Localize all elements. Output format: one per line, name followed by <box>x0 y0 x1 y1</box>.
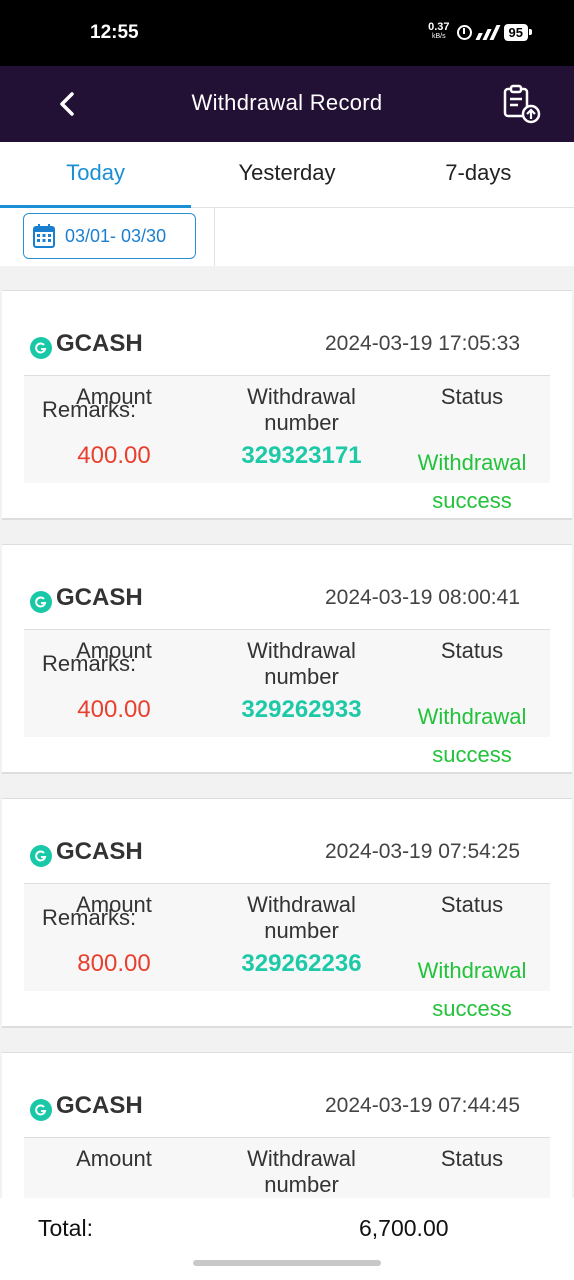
tab-yesterday[interactable]: Yesterday <box>191 142 382 207</box>
remarks-label: Remarks: <box>42 397 137 422</box>
withdrawal-number-value: 329323171 <box>241 442 362 469</box>
record-header: GCASH 2024-03-19 07:54:25 <box>2 799 572 883</box>
payment-method: GCASH <box>56 584 143 611</box>
status-label: Status <box>440 892 504 917</box>
record-header: GCASH 2024-03-19 08:00:41 <box>2 545 572 629</box>
record-details: Amount Withdrawal number Status 400.00 3… <box>24 629 550 767</box>
record-card[interactable]: GCASH 2024-03-19 08:00:41 Amount Withdra… <box>2 544 572 774</box>
status-label: Status <box>440 1146 504 1171</box>
amount-value: 400.00 <box>77 442 151 469</box>
record-datetime: 2024-03-19 07:44:45 <box>325 1094 520 1117</box>
status-value: Withdrawal success <box>417 704 527 767</box>
record-datetime: 2024-03-19 08:00:41 <box>325 586 520 609</box>
battery-icon: 95 <box>503 23 533 41</box>
payment-method: GCASH <box>56 1092 143 1119</box>
gcash-logo-icon <box>30 591 52 613</box>
record-details: Amount Withdrawal number Status 800.00 3… <box>24 883 550 1021</box>
status-label: Status <box>440 638 504 663</box>
gcash-logo-icon <box>30 337 52 359</box>
gcash-logo-icon <box>30 1099 52 1121</box>
record-card[interactable]: GCASH 2024-03-19 17:05:33 Amount Withdra… <box>2 290 572 520</box>
remarks-label: Remarks: <box>42 651 137 676</box>
total-bar: Total: 6,700.00 <box>0 1198 574 1280</box>
filter-bar: 03/01- 03/30 <box>0 208 574 266</box>
divider <box>214 208 215 266</box>
total-value: 6,700.00 <box>359 1215 449 1241</box>
record-datetime: 2024-03-19 07:54:25 <box>325 840 520 863</box>
home-indicator[interactable] <box>193 1260 381 1266</box>
withdrawal-number-label: Withdrawal number <box>247 892 356 943</box>
calendar-icon <box>33 224 55 248</box>
withdrawal-number-value: 329262236 <box>241 950 362 977</box>
app-header: Withdrawal Record <box>0 66 574 142</box>
signal-icon <box>475 24 501 40</box>
amount-label: Amount <box>76 1146 152 1171</box>
clipboard-upload-icon <box>503 84 541 124</box>
total-label: Total: <box>38 1215 93 1241</box>
record-card[interactable]: GCASH 2024-03-19 07:54:25 Amount Withdra… <box>2 798 572 1028</box>
upload-record-button[interactable] <box>500 82 544 126</box>
record-header: GCASH 2024-03-19 07:44:45 <box>2 1053 572 1137</box>
amount-value: 400.00 <box>77 696 151 723</box>
status-value: Withdrawal success <box>417 958 527 1021</box>
tab-7-days[interactable]: 7-days <box>383 142 574 207</box>
status-label: Status <box>440 384 504 409</box>
page-title: Withdrawal Record <box>191 90 383 115</box>
status-icons: 0.37 kB/s 95 <box>428 21 533 42</box>
alarm-icon <box>456 24 472 40</box>
withdrawal-number-value: 329262933 <box>241 696 362 723</box>
date-tabs: Today Yesterday 7-days <box>0 142 574 208</box>
amount-value: 800.00 <box>77 950 151 977</box>
date-range-button[interactable]: 03/01- 03/30 <box>23 213 196 259</box>
record-details: Amount Withdrawal number Status 400.00 3… <box>24 375 550 513</box>
record-datetime: 2024-03-19 17:05:33 <box>325 332 520 355</box>
record-header: GCASH 2024-03-19 17:05:33 <box>2 291 572 375</box>
payment-method: GCASH <box>56 838 143 865</box>
withdrawal-number-label: Withdrawal number <box>247 1146 356 1197</box>
status-time: 12:55 <box>90 22 139 43</box>
tab-today[interactable]: Today <box>0 142 192 208</box>
remarks-label: Remarks: <box>42 905 137 930</box>
network-speed: 0.37 kB/s <box>428 21 450 41</box>
withdrawal-number-label: Withdrawal number <box>247 638 356 689</box>
gcash-logo-icon <box>30 845 52 867</box>
withdrawal-number-label: Withdrawal number <box>247 384 356 435</box>
payment-method: GCASH <box>56 330 143 357</box>
date-range-label: 03/01- 03/30 <box>65 225 167 246</box>
status-bar: 12:55 0.37 kB/s 95 <box>0 0 574 66</box>
status-value: Withdrawal success <box>417 450 527 513</box>
